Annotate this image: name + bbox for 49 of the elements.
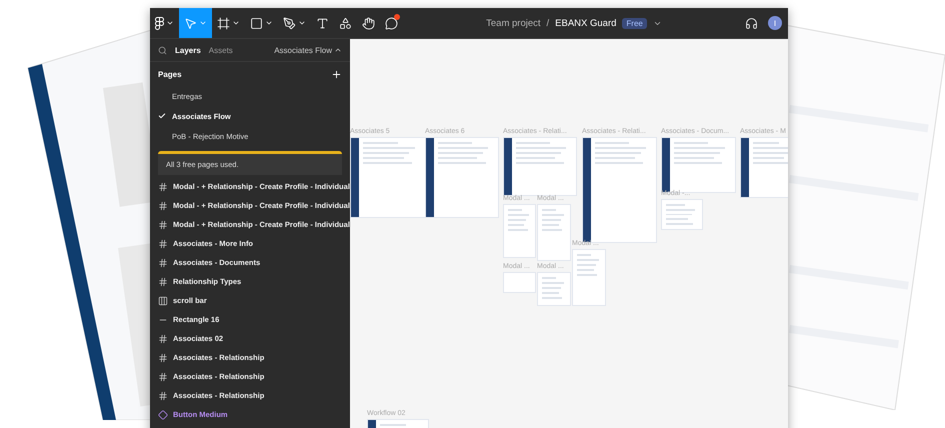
headphones-icon[interactable] <box>745 16 758 30</box>
hand-icon <box>362 16 375 30</box>
frame-thumbnail[interactable] <box>350 137 426 218</box>
frame-icon <box>217 16 230 30</box>
hash-icon <box>158 220 168 230</box>
hash-icon <box>158 352 168 362</box>
caret-icon <box>166 19 174 27</box>
hash-icon <box>158 200 168 210</box>
caret-icon <box>265 19 273 27</box>
text-icon <box>316 16 329 30</box>
frame-thumbnail[interactable] <box>537 272 571 306</box>
breadcrumb-separator: / <box>546 18 550 28</box>
page-selector[interactable]: Associates Flow <box>274 46 342 54</box>
file-name[interactable]: EBANX Guard <box>555 18 616 28</box>
caret-icon <box>199 19 207 27</box>
figma-logo-icon <box>155 16 164 30</box>
plan-badge: Free <box>622 18 647 28</box>
square-icon <box>250 16 263 30</box>
frame-thumbnail[interactable] <box>503 204 536 258</box>
pen-icon <box>283 16 296 30</box>
hash-icon <box>158 182 168 192</box>
hash-icon <box>158 276 168 286</box>
caret-icon <box>298 19 306 27</box>
panel-tab[interactable]: Assets <box>208 46 233 54</box>
columns-icon <box>158 296 168 306</box>
hash-icon <box>158 334 168 344</box>
frame-thumbnail[interactable] <box>537 204 571 261</box>
frame-thumbnail[interactable] <box>425 137 499 218</box>
comment-icon <box>385 16 398 30</box>
frame-thumbnail[interactable] <box>503 272 536 293</box>
frame-thumbnail[interactable] <box>661 199 703 230</box>
frame-thumbnail[interactable] <box>572 249 606 306</box>
search-icon[interactable] <box>158 46 167 54</box>
add-icon[interactable] <box>331 68 342 80</box>
team-name[interactable]: Team project <box>486 18 541 28</box>
check-icon <box>158 112 166 120</box>
hash-icon <box>158 372 168 382</box>
hash-icon <box>158 238 168 248</box>
section-title: Pages <box>158 70 182 78</box>
caret-icon <box>232 19 240 27</box>
shapes-icon <box>339 16 352 30</box>
frame-thumbnail[interactable] <box>503 137 577 196</box>
hash-icon <box>158 390 168 400</box>
caret-icon <box>334 46 342 54</box>
cursor-icon <box>184 16 197 30</box>
hash-icon <box>158 258 168 268</box>
frame-thumbnail[interactable] <box>740 137 788 198</box>
diamond-icon <box>158 410 168 420</box>
panel-tab[interactable]: Layers <box>175 46 201 54</box>
